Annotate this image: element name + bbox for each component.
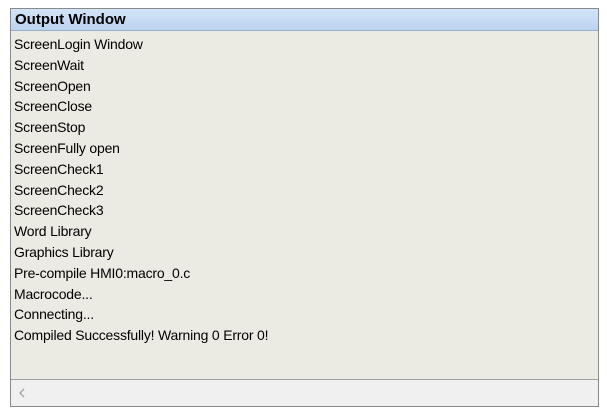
scroll-left-button[interactable] xyxy=(11,380,33,406)
output-line: ScreenStop xyxy=(14,119,86,136)
output-line: Word Library xyxy=(14,223,92,240)
output-line: Macrocode... xyxy=(14,285,93,302)
window-title: Output Window xyxy=(15,11,126,28)
output-line: ScreenCheck3 xyxy=(14,202,104,219)
scroll-right-area[interactable] xyxy=(576,380,598,406)
output-line: Compiled Successfully! Warning 0 Error 0… xyxy=(14,327,269,344)
output-line: Graphics Library xyxy=(14,243,114,260)
output-lines: ScreenLogin Window ScreenWait ScreenOpen… xyxy=(14,34,268,346)
output-line: Pre-compile HMI0:macro_0.c xyxy=(14,264,191,281)
chevron-left-icon xyxy=(19,388,25,398)
output-line: ScreenLogin Window xyxy=(14,36,143,52)
output-line: ScreenWait xyxy=(14,56,84,73)
scroll-track[interactable] xyxy=(33,380,576,406)
output-window-titlebar[interactable]: Output Window xyxy=(11,9,598,31)
output-line: ScreenFully open xyxy=(14,139,120,156)
output-line: ScreenClose xyxy=(14,98,92,115)
output-line: Connecting... xyxy=(14,306,94,323)
output-line: ScreenCheck2 xyxy=(14,181,104,198)
output-line: ScreenCheck1 xyxy=(14,160,104,177)
output-line: ScreenOpen xyxy=(14,77,91,94)
horizontal-scrollbar[interactable] xyxy=(11,380,598,406)
output-window: Output Window ScreenLogin Window ScreenW… xyxy=(10,8,599,407)
output-content[interactable]: ScreenLogin Window ScreenWait ScreenOpen… xyxy=(11,31,598,379)
